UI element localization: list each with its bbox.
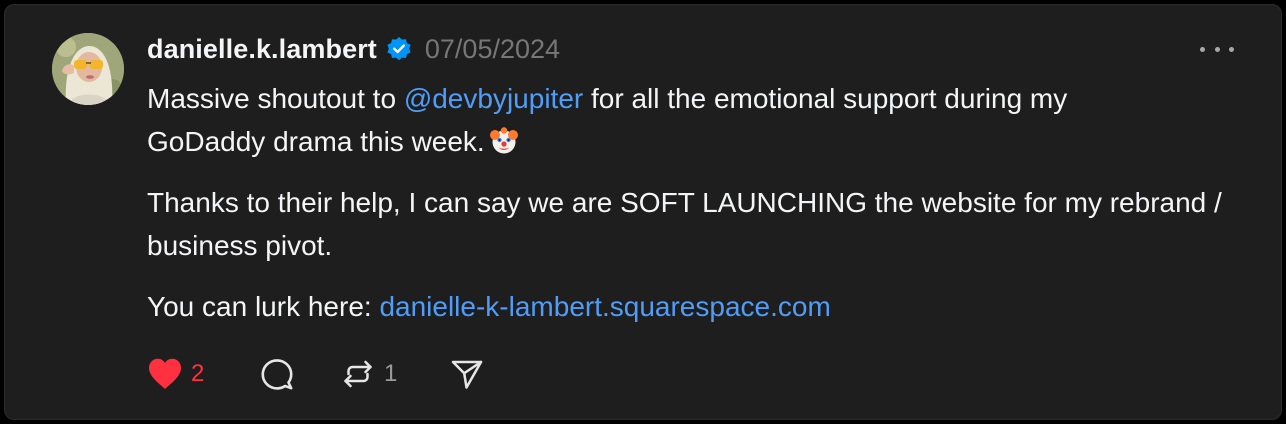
paragraph-text: You can lurk here: (147, 291, 380, 322)
avatar[interactable] (52, 33, 124, 105)
verified-badge-icon (386, 36, 412, 62)
post-header: danielle.k.lambert 07/05/2024 (147, 29, 560, 69)
post-actions: 2 1 (147, 354, 485, 394)
paragraph-text: Massive shoutout to (147, 83, 404, 114)
post-body: Massive shoutout to @devbyjupiter for al… (147, 77, 1227, 328)
more-options-button[interactable] (1200, 37, 1234, 61)
more-dot-icon (1214, 46, 1220, 52)
more-dot-icon (1200, 46, 1205, 52)
repost-button[interactable]: 1 (340, 357, 420, 391)
paragraph-text: GoDaddy drama this week. (147, 126, 485, 157)
more-dot-icon (1229, 46, 1234, 52)
post-card: danielle.k.lambert 07/05/2024 Massive sh… (4, 4, 1282, 420)
avatar-image (52, 33, 124, 105)
website-link[interactable]: danielle-k-lambert.squarespace.com (379, 291, 830, 322)
send-icon (451, 360, 483, 389)
post-paragraph-2: Thanks to their help, I can say we are S… (147, 187, 1222, 261)
mention-link[interactable]: @devbyjupiter (404, 83, 583, 114)
repost-icon (344, 360, 372, 388)
clown-face-icon (489, 125, 519, 155)
post-date: 07/05/2024 (424, 33, 561, 64)
like-button[interactable]: 2 (147, 357, 217, 391)
share-button[interactable] (449, 357, 485, 391)
comment-icon (261, 359, 293, 390)
username[interactable]: danielle.k.lambert (147, 34, 377, 65)
heart-icon (149, 358, 181, 389)
post-paragraph-3: You can lurk here: danielle-k-lambert.sq… (147, 285, 1227, 328)
repost-count: 1 (384, 360, 398, 387)
like-count: 2 (191, 360, 205, 387)
paragraph-text: for all the emotional support during my (583, 83, 1068, 114)
post-paragraph-1: Massive shoutout to @devbyjupiter for al… (147, 77, 1227, 163)
reply-button[interactable] (259, 357, 299, 391)
